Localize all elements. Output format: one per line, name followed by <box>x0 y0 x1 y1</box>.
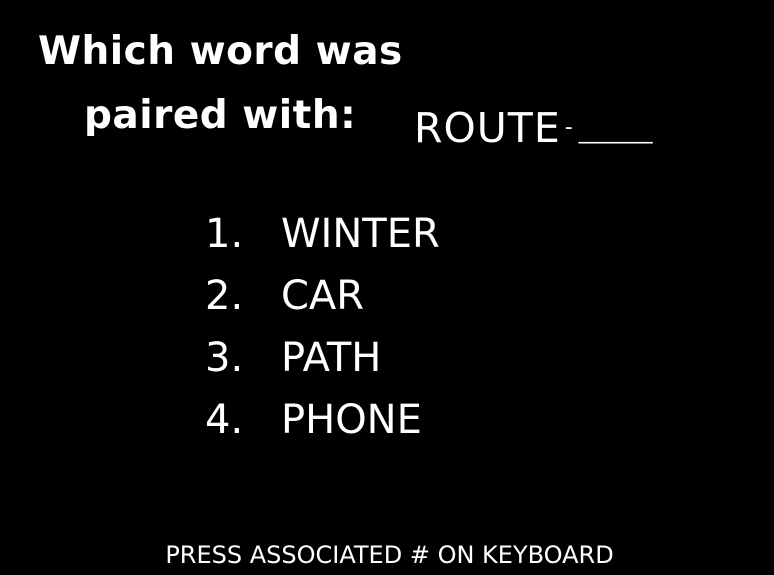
prompt-line-1: Which word was <box>38 29 403 74</box>
option-number: 2. <box>205 273 244 319</box>
cue-dash: - <box>564 115 573 140</box>
option-number: 1. <box>205 211 244 257</box>
answer-option-3: 3. PATH <box>205 338 440 400</box>
option-word: WINTER <box>281 211 440 257</box>
answer-blank: ________ <box>578 119 653 144</box>
option-word: PHONE <box>281 397 422 443</box>
answer-option-1: 1. WINTER <box>205 214 440 276</box>
prompt-line-2: paired with: <box>84 93 357 138</box>
cue-word: ROUTE <box>414 104 561 152</box>
answer-option-4: 4. PHONE <box>205 400 440 462</box>
cue-word-pair: ROUTE - ________ <box>414 108 653 149</box>
option-word: CAR <box>281 273 365 319</box>
option-number: 3. <box>205 335 244 381</box>
answer-option-2: 2. CAR <box>205 276 440 338</box>
option-word: PATH <box>281 335 382 381</box>
answer-options-list: 1. WINTER 2. CAR 3. PATH 4. PHONE <box>205 214 440 462</box>
option-number: 4. <box>205 397 244 443</box>
keyboard-instruction: PRESS ASSOCIATED # ON KEYBOARD <box>165 541 614 569</box>
